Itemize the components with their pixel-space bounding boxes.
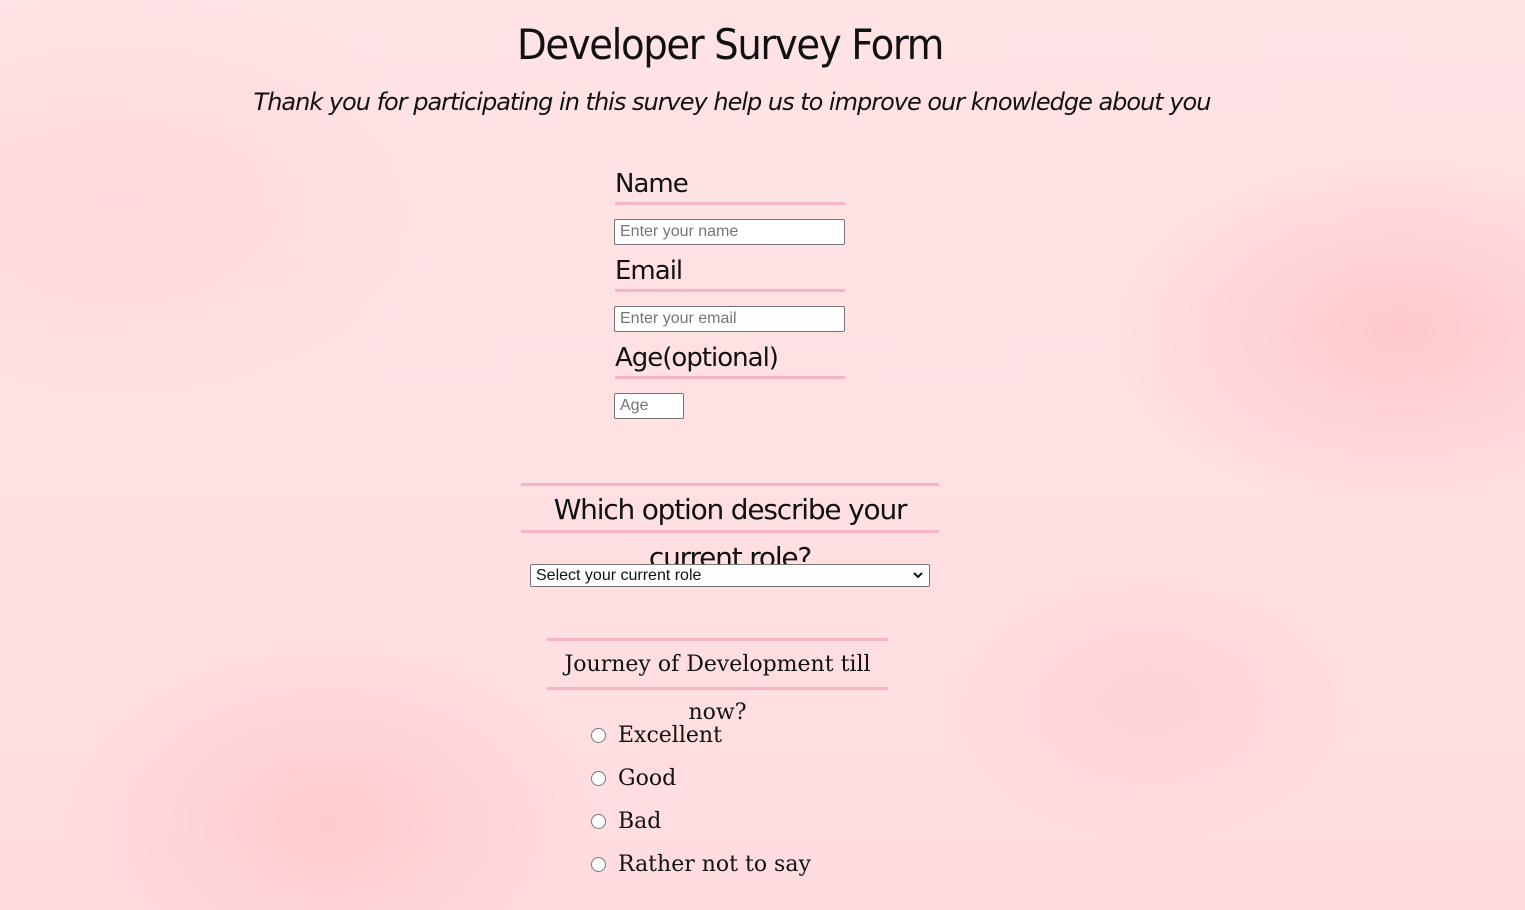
role-question-heading: Which option describe your current role?: [521, 483, 939, 574]
radio-button[interactable]: [591, 813, 606, 829]
name-label: Name: [615, 168, 845, 205]
radio-option-rather-not-say[interactable]: Rather not to say: [590, 851, 811, 877]
role-select-value: Select your current role: [536, 567, 702, 584]
radio-option-bad[interactable]: Bad: [590, 808, 661, 834]
radio-button[interactable]: [591, 770, 606, 786]
age-label: Age(optional): [615, 342, 845, 379]
radio-button[interactable]: [591, 856, 606, 872]
radio-label: Rather not to say: [618, 851, 811, 877]
page-subtitle: Thank you for participating in this surv…: [253, 88, 1212, 116]
radio-button[interactable]: [591, 727, 606, 743]
radio-option-good[interactable]: Good: [590, 765, 676, 791]
radio-option-excellent[interactable]: Excellent: [590, 722, 722, 748]
role-select[interactable]: Select your current role: [530, 564, 930, 587]
radio-label: Bad: [618, 808, 662, 834]
email-label: Email: [615, 255, 845, 292]
chevron-down-icon: [913, 572, 923, 579]
journey-question-heading: Journey of Development till now?: [547, 638, 888, 725]
name-input[interactable]: [614, 219, 845, 245]
page-title: Developer Survey Form: [516, 20, 944, 69]
radio-label: Excellent: [618, 722, 722, 748]
age-input[interactable]: [614, 393, 684, 419]
radio-label: Good: [618, 765, 677, 791]
email-input[interactable]: [614, 306, 845, 332]
